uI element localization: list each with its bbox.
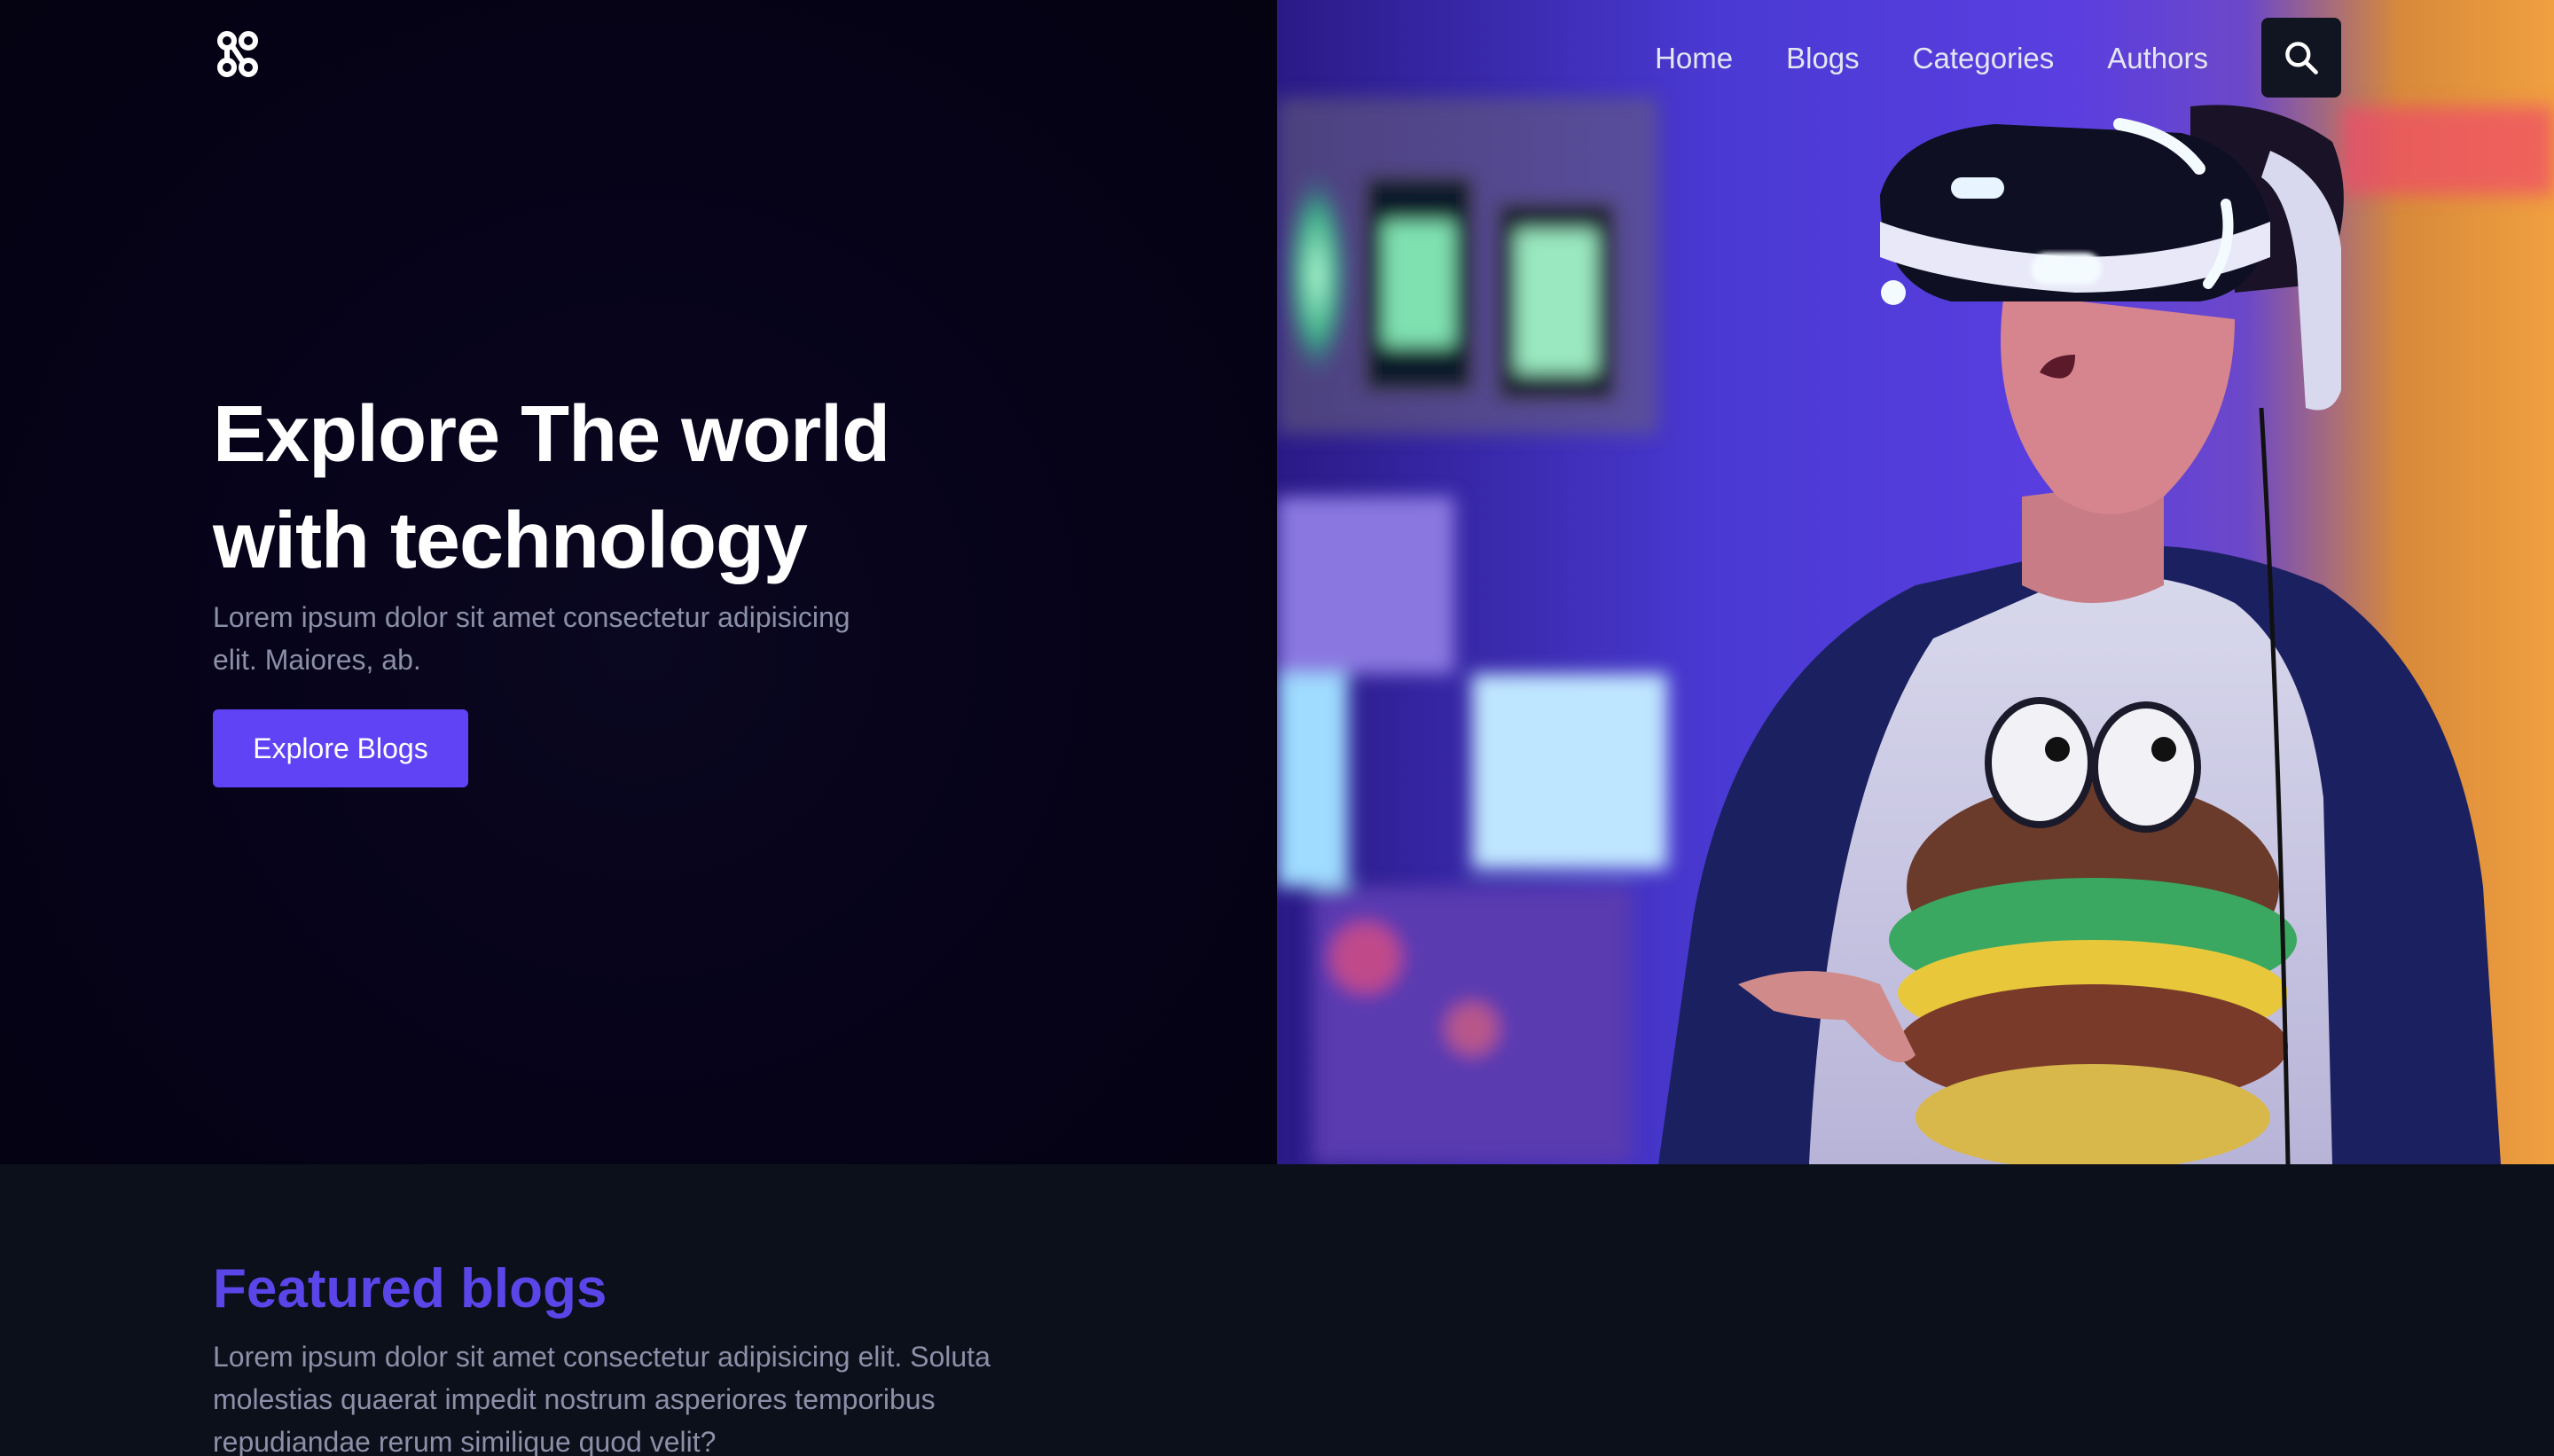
featured-section: Featured blogs Lorem ipsum dolor sit ame…	[0, 1164, 2554, 1456]
main-nav: Home Blogs Categories Authors	[1655, 18, 2341, 98]
hero-title-line-1: Explore The world	[213, 390, 890, 479]
hero-title: Explore The world with technology	[213, 381, 1011, 594]
featured-description: Lorem ipsum dolor sit amet consectetur a…	[213, 1341, 991, 1456]
search-button[interactable]	[2261, 18, 2341, 98]
featured-title: Featured blogs	[213, 1258, 607, 1319]
hero-vr-photo	[1277, 0, 2554, 1164]
nav-link-blogs[interactable]: Blogs	[1786, 43, 1860, 73]
nav-link-categories[interactable]: Categories	[1913, 43, 2055, 73]
nav-link-home[interactable]: Home	[1655, 43, 1733, 73]
hero-section: Home Blogs Categories Authors Explore Th…	[0, 0, 2554, 1164]
explore-blogs-button[interactable]: Explore Blogs	[213, 709, 468, 787]
link-chain-icon[interactable]	[213, 28, 262, 82]
search-icon	[2285, 42, 2318, 74]
hero-subtitle: Lorem ipsum dolor sit amet consectetur a…	[213, 601, 850, 676]
nav-link-authors[interactable]: Authors	[2107, 43, 2208, 73]
hero-title-line-2: with technology	[213, 497, 808, 585]
landing-page: Home Blogs Categories Authors Explore Th…	[0, 0, 2554, 1456]
